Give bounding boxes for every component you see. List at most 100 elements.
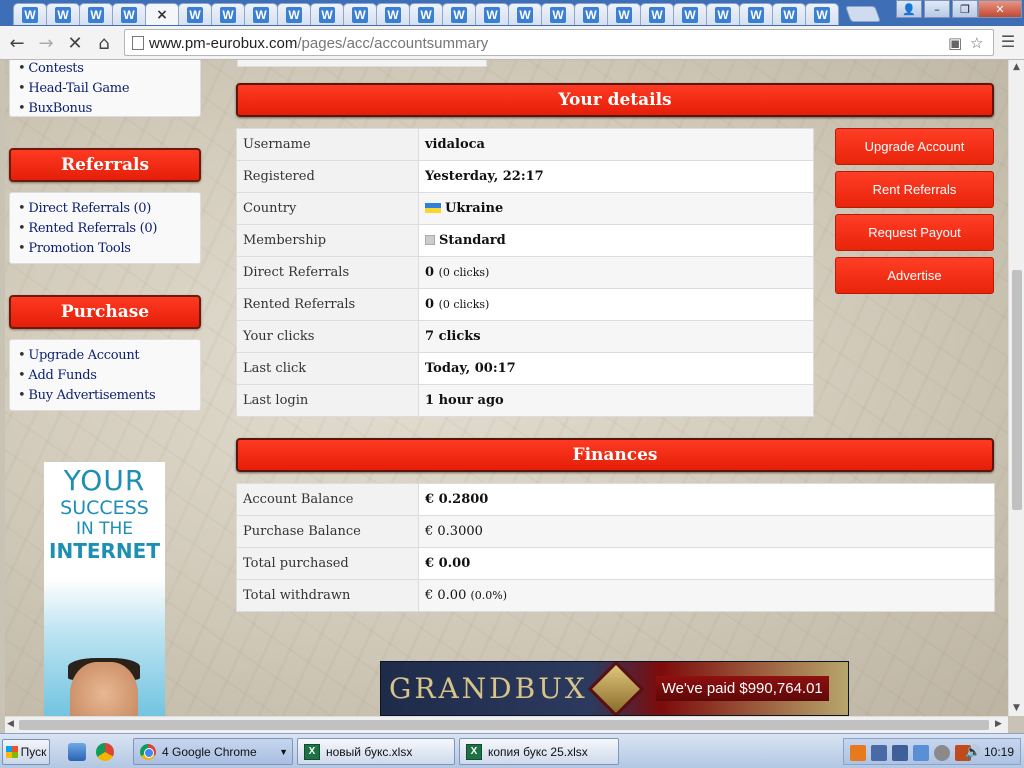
chrome-icon xyxy=(140,743,156,760)
advertise-button[interactable]: Advertise xyxy=(835,257,994,294)
menu-icon[interactable]: ☰ xyxy=(998,32,1018,52)
settings-tray-icon[interactable] xyxy=(934,745,950,761)
request-payout-button[interactable]: Request Payout xyxy=(835,214,994,251)
browser-tab[interactable]: W xyxy=(640,3,674,25)
browser-tab[interactable]: W xyxy=(673,3,707,25)
browser-tab[interactable]: W xyxy=(409,3,443,25)
new-tab-button[interactable] xyxy=(845,6,881,22)
w-site-icon: W xyxy=(616,6,632,23)
close-tab-icon[interactable]: × xyxy=(156,7,168,23)
finance-value: € 0.00 xyxy=(418,547,995,580)
detail-label: Direct Referrals xyxy=(236,256,419,289)
taskbar-item-excel-2[interactable]: Xкопия букс 25.xlsx xyxy=(459,738,619,765)
browser-tab[interactable]: W xyxy=(376,3,410,25)
network-tray-icon[interactable] xyxy=(892,745,908,761)
browser-tab[interactable]: W xyxy=(508,3,542,25)
volume-icon[interactable]: 🔊 xyxy=(965,745,981,761)
sidebar-link-buy-advertisements[interactable]: • Buy Advertisements xyxy=(18,386,192,406)
scroll-right-arrow-icon[interactable]: ▶ xyxy=(995,719,1002,729)
stop-loading-icon[interactable]: ✕ xyxy=(63,31,87,55)
sidebar-link-promotion-tools[interactable]: • Promotion Tools xyxy=(18,239,192,259)
browser-tab[interactable]: W xyxy=(442,3,476,25)
taskbar-item-excel-1[interactable]: Xновый букс.xlsx xyxy=(297,738,455,765)
banner-line: IN THE xyxy=(75,519,134,539)
w-site-icon: W xyxy=(55,6,71,23)
browser-tab[interactable]: W xyxy=(211,3,245,25)
start-button[interactable]: Пуск xyxy=(2,739,50,765)
minimize-button[interactable]: – xyxy=(924,0,950,18)
sidebar-link-buxbonus[interactable]: • BuxBonus xyxy=(18,99,192,119)
taskbar-item-chrome[interactable]: 4 Google Chrome ▼ xyxy=(133,738,293,765)
java-tray-icon[interactable] xyxy=(850,745,866,761)
browser-tab[interactable]: W xyxy=(277,3,311,25)
scroll-up-arrow-icon[interactable]: ▲ xyxy=(1013,62,1020,72)
back-arrow-icon[interactable]: ← xyxy=(5,31,29,55)
browser-tab[interactable]: W xyxy=(541,3,575,25)
sidebar-link-upgrade-account[interactable]: • Upgrade Account xyxy=(18,346,192,366)
vertical-scroll-thumb[interactable] xyxy=(1012,270,1022,510)
purchase-header: Purchase xyxy=(9,295,201,329)
home-icon[interactable]: ⌂ xyxy=(92,31,116,55)
table-row: Last click Today, 00:17 xyxy=(236,352,814,385)
membership-icon xyxy=(425,235,435,245)
browser-tab[interactable]: W xyxy=(244,3,278,25)
url-text[interactable]: www.pm-eurobux.com/pages/acc/accountsumm… xyxy=(149,35,488,52)
grandbux-banner-ad[interactable]: GRANDBUX We've paid $990,764.01 xyxy=(380,661,849,716)
sidebar-link-contests[interactable]: • Contests xyxy=(18,60,192,79)
window-close-button[interactable]: ✕ xyxy=(978,0,1022,18)
bookmark-star-icon[interactable]: ☆ xyxy=(970,34,983,52)
w-site-icon: W xyxy=(22,6,38,23)
w-site-icon: W xyxy=(715,6,731,23)
vertical-scrollbar[interactable]: ▲ ▼ xyxy=(1008,60,1024,716)
show-desktop-icon[interactable] xyxy=(68,743,86,761)
browser-tab[interactable]: W xyxy=(178,3,212,25)
user-icon[interactable]: 👤 xyxy=(896,0,922,18)
your-details-header: Your details xyxy=(236,83,994,117)
table-row: Account Balance € 0.2800 xyxy=(236,483,995,516)
windows-taskbar: Пуск 4 Google Chrome ▼ Xновый букс.xlsx X… xyxy=(0,733,1024,768)
browser-tab[interactable]: W xyxy=(607,3,641,25)
horizontal-scroll-thumb[interactable] xyxy=(19,720,989,730)
finances-header: Finances xyxy=(236,438,994,472)
page-icon xyxy=(132,36,144,50)
success-banner-ad[interactable]: YOUR SUCCESS IN THE INTERNET xyxy=(44,462,165,716)
chrome-quicklaunch-icon[interactable] xyxy=(96,743,114,761)
browser-tab[interactable]: W xyxy=(79,3,113,25)
sidebar-link-direct-referrals[interactable]: • Direct Referrals (0) xyxy=(18,199,192,219)
display-tray-icon[interactable] xyxy=(913,745,929,761)
horizontal-scrollbar[interactable]: ◀ ▶ xyxy=(5,716,1008,733)
browser-tab[interactable]: W xyxy=(343,3,377,25)
detail-value: 7 clicks xyxy=(418,320,814,353)
browser-tab[interactable]: W xyxy=(112,3,146,25)
browser-tab[interactable]: W xyxy=(475,3,509,25)
browser-tab[interactable]: W xyxy=(46,3,80,25)
sidebar-link-head-tail-game[interactable]: • Head-Tail Game xyxy=(18,79,192,99)
browser-tab[interactable]: W xyxy=(739,3,773,25)
maximize-button[interactable]: ❐ xyxy=(952,0,978,18)
taskbar-clock[interactable]: 10:19 xyxy=(984,745,1014,759)
browser-tab[interactable]: W xyxy=(706,3,740,25)
rent-referrals-button[interactable]: Rent Referrals xyxy=(835,171,994,208)
scroll-down-arrow-icon[interactable]: ▼ xyxy=(1013,703,1020,713)
table-row: Username vidaloca xyxy=(236,128,814,161)
details-table: Username vidaloca Registered Yesterday, … xyxy=(236,128,814,417)
finances-table: Account Balance € 0.2800 Purchase Balanc… xyxy=(236,483,995,612)
browser-tab[interactable]: W xyxy=(805,3,839,25)
browser-tab[interactable]: W xyxy=(772,3,806,25)
network-tray-icon[interactable] xyxy=(871,745,887,761)
address-bar[interactable]: www.pm-eurobux.com/pages/acc/accountsumm… xyxy=(124,29,994,56)
referrals-header: Referrals xyxy=(9,148,201,182)
scroll-left-arrow-icon[interactable]: ◀ xyxy=(7,719,14,729)
browser-tab[interactable]: W xyxy=(310,3,344,25)
sidebar-link-add-funds[interactable]: • Add Funds xyxy=(18,366,192,386)
browser-tab-active[interactable]: × xyxy=(145,3,179,25)
browser-tab[interactable]: W xyxy=(13,3,47,25)
upgrade-account-button[interactable]: Upgrade Account xyxy=(835,128,994,165)
sidebar-link-rented-referrals[interactable]: • Rented Referrals (0) xyxy=(18,219,192,239)
w-site-icon: W xyxy=(484,6,500,23)
forward-arrow-icon[interactable]: → xyxy=(34,31,58,55)
detail-value: Today, 00:17 xyxy=(418,352,814,385)
table-row: Total withdrawn € 0.00 (0.0%) xyxy=(236,579,995,612)
browser-tab[interactable]: W xyxy=(574,3,608,25)
translate-icon[interactable]: ▣ xyxy=(948,34,962,52)
